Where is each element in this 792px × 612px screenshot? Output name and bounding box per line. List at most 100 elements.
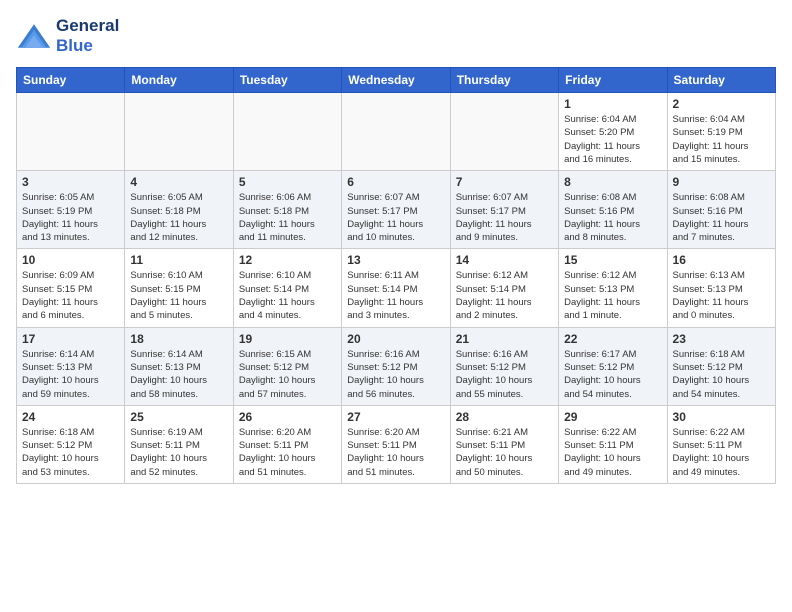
calendar-week: 1Sunrise: 6:04 AM Sunset: 5:20 PM Daylig… [17,93,776,171]
logo-text-general: General [56,16,119,36]
day-number: 12 [239,253,336,267]
day-number: 21 [456,332,553,346]
calendar-cell: 10Sunrise: 6:09 AM Sunset: 5:15 PM Dayli… [17,249,125,327]
day-info: Sunrise: 6:14 AM Sunset: 5:13 PM Dayligh… [22,348,119,401]
calendar-week: 10Sunrise: 6:09 AM Sunset: 5:15 PM Dayli… [17,249,776,327]
calendar-week: 3 Sunrise: 6:05 AM Sunset: 5:19 PM Daylig… [17,171,776,249]
day-info: Sunrise: 6:12 AM Sunset: 5:13 PM Dayligh… [564,269,661,322]
calendar-cell [125,93,233,171]
day-number: 9 [673,175,770,189]
day-info: Sunrise: 6:18 AM Sunset: 5:12 PM Dayligh… [22,426,119,479]
calendar-cell: 8 Sunrise: 6:08 AM Sunset: 5:16 PM Daylig… [559,171,667,249]
day-number: 20 [347,332,444,346]
day-info: Sunrise: 6:16 AM Sunset: 5:12 PM Dayligh… [347,348,444,401]
day-info: Sunrise: 6:07 AM Sunset: 5:17 PM Dayligh… [347,191,444,244]
day-number: 5 [239,175,336,189]
weekday-header: Monday [125,68,233,93]
calendar-cell: 5 Sunrise: 6:06 AM Sunset: 5:18 PM Daylig… [233,171,341,249]
day-info: Sunrise: 6:19 AM Sunset: 5:11 PM Dayligh… [130,426,227,479]
page-header: General Blue [16,16,776,55]
weekday-header: Saturday [667,68,775,93]
day-info: Sunrise: 6:05 AM Sunset: 5:19 PM Dayligh… [22,191,119,244]
calendar-cell: 29Sunrise: 6:22 AM Sunset: 5:11 PM Dayli… [559,405,667,483]
calendar-cell: 16Sunrise: 6:13 AM Sunset: 5:13 PM Dayli… [667,249,775,327]
day-number: 7 [456,175,553,189]
day-info: Sunrise: 6:21 AM Sunset: 5:11 PM Dayligh… [456,426,553,479]
day-number: 13 [347,253,444,267]
day-number: 29 [564,410,661,424]
calendar-cell: 7 Sunrise: 6:07 AM Sunset: 5:17 PM Daylig… [450,171,558,249]
calendar-cell: 3 Sunrise: 6:05 AM Sunset: 5:19 PM Daylig… [17,171,125,249]
day-number: 15 [564,253,661,267]
calendar-cell: 25 Sunrise: 6:19 AM Sunset: 5:11 PM Dayli… [125,405,233,483]
day-info: Sunrise: 6:14 AM Sunset: 5:13 PM Dayligh… [130,348,227,401]
day-info: Sunrise: 6:13 AM Sunset: 5:13 PM Dayligh… [673,269,770,322]
day-number: 11 [130,253,227,267]
calendar-cell: 20 Sunrise: 6:16 AM Sunset: 5:12 PM Dayli… [342,327,450,405]
calendar-cell: 6 Sunrise: 6:07 AM Sunset: 5:17 PM Daylig… [342,171,450,249]
calendar-cell: 22 Sunrise: 6:17 AM Sunset: 5:12 PM Dayli… [559,327,667,405]
weekday-header: Friday [559,68,667,93]
calendar-cell: 12 Sunrise: 6:10 AM Sunset: 5:14 PM Dayli… [233,249,341,327]
day-info: Sunrise: 6:22 AM Sunset: 5:11 PM Dayligh… [673,426,770,479]
day-number: 23 [673,332,770,346]
day-info: Sunrise: 6:08 AM Sunset: 5:16 PM Dayligh… [673,191,770,244]
day-info: Sunrise: 6:16 AM Sunset: 5:12 PM Dayligh… [456,348,553,401]
calendar-cell: 19Sunrise: 6:15 AM Sunset: 5:12 PM Dayli… [233,327,341,405]
calendar-cell: 17 Sunrise: 6:14 AM Sunset: 5:13 PM Dayli… [17,327,125,405]
calendar-cell: 13Sunrise: 6:11 AM Sunset: 5:14 PM Dayli… [342,249,450,327]
calendar-cell: 14Sunrise: 6:12 AM Sunset: 5:14 PM Dayli… [450,249,558,327]
day-number: 30 [673,410,770,424]
day-info: Sunrise: 6:15 AM Sunset: 5:12 PM Dayligh… [239,348,336,401]
day-number: 3 [22,175,119,189]
calendar-cell: 2 Sunrise: 6:04 AM Sunset: 5:19 PM Daylig… [667,93,775,171]
day-number: 26 [239,410,336,424]
day-number: 8 [564,175,661,189]
day-info: Sunrise: 6:20 AM Sunset: 5:11 PM Dayligh… [239,426,336,479]
day-number: 14 [456,253,553,267]
calendar-week: 24 Sunrise: 6:18 AM Sunset: 5:12 PM Dayli… [17,405,776,483]
logo: General Blue [16,16,119,55]
calendar-body: 1Sunrise: 6:04 AM Sunset: 5:20 PM Daylig… [17,93,776,484]
weekday-row: SundayMondayTuesdayWednesdayThursdayFrid… [17,68,776,93]
calendar-cell: 9 Sunrise: 6:08 AM Sunset: 5:16 PM Daylig… [667,171,775,249]
calendar-cell: 1Sunrise: 6:04 AM Sunset: 5:20 PM Daylig… [559,93,667,171]
day-info: Sunrise: 6:04 AM Sunset: 5:19 PM Dayligh… [673,113,770,166]
calendar-cell: 24 Sunrise: 6:18 AM Sunset: 5:12 PM Dayli… [17,405,125,483]
day-info: Sunrise: 6:07 AM Sunset: 5:17 PM Dayligh… [456,191,553,244]
day-number: 2 [673,97,770,111]
weekday-header: Thursday [450,68,558,93]
weekday-header: Tuesday [233,68,341,93]
day-info: Sunrise: 6:17 AM Sunset: 5:12 PM Dayligh… [564,348,661,401]
calendar-cell: 26 Sunrise: 6:20 AM Sunset: 5:11 PM Dayli… [233,405,341,483]
calendar-cell: 4Sunrise: 6:05 AM Sunset: 5:18 PM Daylig… [125,171,233,249]
weekday-header: Sunday [17,68,125,93]
day-number: 25 [130,410,227,424]
day-number: 1 [564,97,661,111]
day-number: 27 [347,410,444,424]
calendar-cell: 27 Sunrise: 6:20 AM Sunset: 5:11 PM Dayli… [342,405,450,483]
calendar-cell: 30 Sunrise: 6:22 AM Sunset: 5:11 PM Dayli… [667,405,775,483]
day-info: Sunrise: 6:05 AM Sunset: 5:18 PM Dayligh… [130,191,227,244]
logo-icon [16,22,52,50]
day-info: Sunrise: 6:20 AM Sunset: 5:11 PM Dayligh… [347,426,444,479]
calendar-cell: 15 Sunrise: 6:12 AM Sunset: 5:13 PM Dayli… [559,249,667,327]
day-number: 17 [22,332,119,346]
calendar-header: SundayMondayTuesdayWednesdayThursdayFrid… [17,68,776,93]
calendar-cell [233,93,341,171]
calendar-cell [17,93,125,171]
day-number: 24 [22,410,119,424]
day-info: Sunrise: 6:10 AM Sunset: 5:14 PM Dayligh… [239,269,336,322]
day-info: Sunrise: 6:08 AM Sunset: 5:16 PM Dayligh… [564,191,661,244]
day-number: 22 [564,332,661,346]
calendar-cell: 11 Sunrise: 6:10 AM Sunset: 5:15 PM Dayli… [125,249,233,327]
day-number: 28 [456,410,553,424]
calendar-cell: 21 Sunrise: 6:16 AM Sunset: 5:12 PM Dayli… [450,327,558,405]
day-info: Sunrise: 6:09 AM Sunset: 5:15 PM Dayligh… [22,269,119,322]
day-info: Sunrise: 6:10 AM Sunset: 5:15 PM Dayligh… [130,269,227,322]
logo-text-blue: Blue [56,36,119,56]
day-number: 6 [347,175,444,189]
weekday-header: Wednesday [342,68,450,93]
day-info: Sunrise: 6:18 AM Sunset: 5:12 PM Dayligh… [673,348,770,401]
day-info: Sunrise: 6:06 AM Sunset: 5:18 PM Dayligh… [239,191,336,244]
